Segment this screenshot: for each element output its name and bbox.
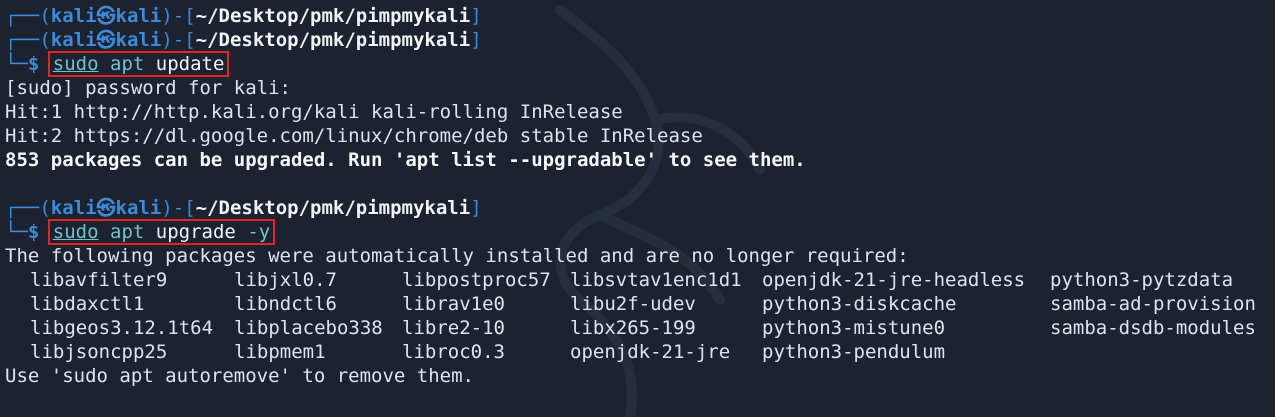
prompt-dollar: $ xyxy=(27,221,40,243)
cmd-sudo: sudo xyxy=(52,221,99,243)
output-line: Hit:1 http://http.kali.org/kali kali-rol… xyxy=(5,101,623,123)
package-name: openjdk-21-jre xyxy=(570,341,731,363)
package-row: libjsoncpp25 libpmem1 libroc0.3 openjdk-… xyxy=(5,340,1275,364)
package-name: python3-mistune0 xyxy=(762,317,946,339)
package-name: libavfilter9 xyxy=(30,269,168,291)
prompt-user: kali xyxy=(50,5,97,27)
package-name: libjsoncpp25 xyxy=(30,341,168,363)
package-name: openjdk-21-jre-headless xyxy=(762,269,1026,291)
prompt-dollar: $ xyxy=(27,53,40,75)
prompt-path: ~/Desktop/pmk/pimpmykali xyxy=(195,5,471,27)
prompt-line: ┌──(kali㉿kali)-[~/Desktop/pmk/pimpmykali… xyxy=(5,5,482,27)
package-name: libre2-10 xyxy=(402,317,505,339)
prompt-line: ┌──(kali㉿kali)-[~/Desktop/pmk/pimpmykali… xyxy=(5,197,482,219)
highlighted-command-update: sudo apt update xyxy=(47,51,230,77)
prompt-at-symbol: ㉿ xyxy=(96,5,116,27)
cmd-arg-update: update xyxy=(155,53,225,75)
prompt-path: ~/Desktop/pmk/pimpmykali xyxy=(195,197,471,219)
command-line-update: └─$ sudo apt update xyxy=(5,51,1275,77)
terminal-output: ┌──(kali㉿kali)-[~/Desktop/pmk/pimpmykali… xyxy=(5,4,1275,388)
prompt-path: ~/Desktop/pmk/pimpmykali xyxy=(195,29,471,51)
package-name: libpostproc57 xyxy=(402,269,551,291)
prompt-at-symbol: ㉿ xyxy=(96,197,116,219)
package-name: python3-diskcache xyxy=(762,293,957,315)
package-name: libndctl6 xyxy=(234,293,337,315)
command-line-upgrade: └─$ sudo apt upgrade -y xyxy=(5,219,1275,245)
upgradable-summary: 853 packages can be upgraded. Run 'apt l… xyxy=(5,149,806,171)
package-name: samba-dsdb-modules xyxy=(1050,317,1256,339)
package-name: librav1e0 xyxy=(402,293,505,315)
package-row: libgeos3.12.1t64 libplacebo338 libre2-10… xyxy=(5,316,1275,340)
output-line: [sudo] password for kali: xyxy=(5,77,291,99)
cmd-flag-y: -y xyxy=(247,221,271,243)
package-name: samba-ad-provision xyxy=(1050,293,1256,315)
prompt-host: kali xyxy=(115,5,162,27)
package-name: libpmem1 xyxy=(234,341,326,363)
highlighted-command-upgrade: sudo apt upgrade -y xyxy=(47,219,276,245)
upgrade-intro: The following packages were automaticall… xyxy=(5,245,909,267)
prompt-user: kali xyxy=(50,29,97,51)
cmd-arg-upgrade: upgrade xyxy=(155,221,236,243)
prompt-line: ┌──(kali㉿kali)-[~/Desktop/pmk/pimpmykali… xyxy=(5,29,482,51)
package-name: python3-pendulum xyxy=(762,341,946,363)
prompt-host: kali xyxy=(115,29,162,51)
package-name: python3-pytzdata xyxy=(1050,269,1234,291)
autoremove-hint: Use 'sudo apt autoremove' to remove them… xyxy=(5,365,474,387)
package-name: libdaxctl1 xyxy=(30,293,145,315)
package-row: libdaxctl1 libndctl6 librav1e0 libu2f-ud… xyxy=(5,292,1275,316)
prompt-at-symbol: ㉿ xyxy=(96,29,116,51)
package-name: libx265-199 xyxy=(570,317,696,339)
package-row: libavfilter9 libjxl0.7 libpostproc57 lib… xyxy=(5,268,1275,292)
package-name: libu2f-udev xyxy=(570,293,696,315)
prompt-host: kali xyxy=(115,197,162,219)
package-name: libjxl0.7 xyxy=(234,269,337,291)
package-name: libplacebo338 xyxy=(234,317,383,339)
package-name: libgeos3.12.1t64 xyxy=(30,317,214,339)
package-name: libsvtav1enc1d1 xyxy=(570,269,742,291)
package-name: libroc0.3 xyxy=(402,341,505,363)
cmd-sudo: sudo xyxy=(52,53,99,75)
output-line: Hit:2 https://dl.google.com/linux/chrome… xyxy=(5,125,703,147)
cmd-apt: apt xyxy=(110,221,145,243)
cmd-apt: apt xyxy=(110,53,145,75)
prompt-user: kali xyxy=(50,197,97,219)
